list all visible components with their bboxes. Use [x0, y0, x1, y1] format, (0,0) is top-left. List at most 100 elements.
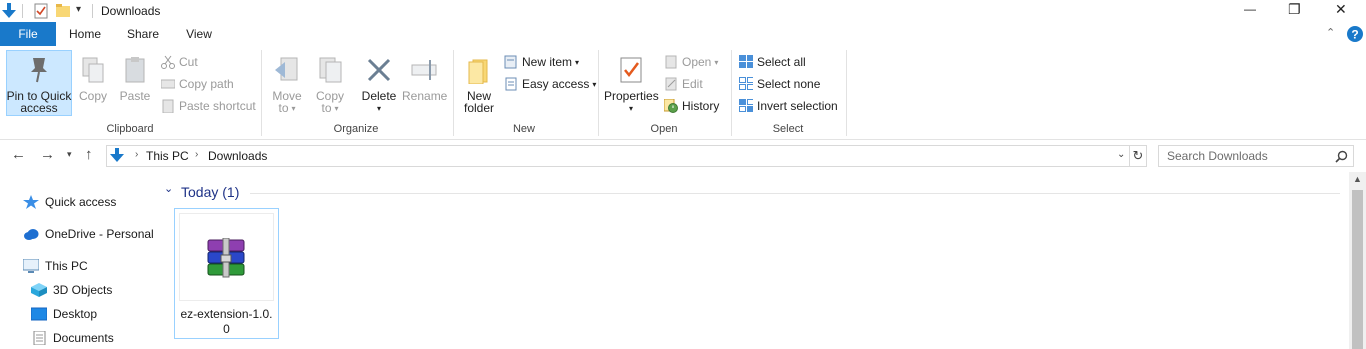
new-item-label: New item [522, 55, 573, 69]
cut-button[interactable]: Cut [161, 52, 198, 72]
recent-locations-chevron-icon[interactable]: ▾ [67, 149, 72, 160]
group-divider [453, 50, 454, 136]
new-folder-button[interactable]: New folder [460, 56, 498, 114]
properties-quick-icon[interactable] [34, 3, 48, 19]
winrar-archive-icon [207, 238, 245, 278]
copy-to-label-line2: to [321, 101, 332, 115]
copy-to-icon [319, 57, 342, 83]
organize-group-label: Organize [333, 123, 379, 135]
breadcrumb-this-pc[interactable]: This PC [146, 149, 189, 163]
select-none-button[interactable]: Select none [739, 74, 820, 94]
sidebar-item-label: OneDrive - Personal [45, 227, 154, 241]
delete-button[interactable]: Delete ▾ [358, 56, 400, 115]
address-bar[interactable]: › This PC › Downloads ⌄ [106, 145, 1130, 167]
copy-path-button[interactable]: Copy path [161, 74, 234, 94]
help-icon[interactable]: ? [1347, 26, 1363, 42]
open-group-label: Open [650, 123, 678, 135]
pin-to-quick-access-button[interactable]: Pin to Quick access [6, 56, 72, 114]
copy-button[interactable]: Copy [76, 56, 110, 102]
forward-arrow-icon[interactable]: → [40, 146, 55, 163]
window-title: Downloads [101, 4, 161, 18]
breadcrumb-downloads[interactable]: Downloads [208, 149, 267, 163]
paste-button[interactable]: Paste [116, 56, 154, 102]
new-item-dropdown-icon: ▾ [575, 58, 580, 67]
search-icon[interactable] [1335, 150, 1348, 163]
sidebar-item-label: Documents [53, 331, 114, 345]
easy-access-button[interactable]: Easy access ▾ [504, 74, 596, 94]
sidebar-item-this-pc[interactable]: This PC [23, 256, 88, 276]
history-label: History [682, 99, 720, 113]
sidebar-item-onedrive[interactable]: OneDrive - Personal [24, 224, 154, 244]
restore-button[interactable]: ❐ [1288, 1, 1301, 18]
rename-button[interactable]: Rename [402, 56, 447, 102]
customize-toolbar-chevron-icon[interactable]: ▾ [76, 4, 81, 15]
easy-access-label: Easy access [522, 77, 590, 91]
tab-home[interactable]: Home [62, 22, 108, 46]
ribbon-tab-bar: File Home Share View ⌃ ? [0, 22, 1366, 46]
sidebar-item-label: Desktop [53, 307, 98, 321]
file-tile[interactable]: ez-extension-1.0. 0 [174, 208, 279, 339]
group-collapse-chevron-icon[interactable]: ⌄ [164, 182, 173, 195]
properties-button[interactable]: Properties ▾ [604, 56, 659, 115]
address-history-chevron-icon[interactable]: ⌄ [1117, 149, 1125, 160]
search-input[interactable]: Search Downloads [1167, 149, 1268, 163]
tab-file[interactable]: File [0, 22, 56, 46]
select-none-label: Select none [757, 77, 821, 91]
desktop-icon [31, 307, 47, 321]
open-icon [665, 55, 677, 69]
sidebar-item-desktop[interactable]: Desktop [31, 304, 98, 324]
search-box[interactable]: Search Downloads [1158, 145, 1354, 167]
copy-to-button[interactable]: Copy to ▾ [311, 56, 349, 115]
copy-label: Copy [78, 89, 107, 103]
paste-icon [125, 57, 145, 83]
vertical-scrollbar[interactable]: ▲ [1349, 172, 1366, 349]
collapse-ribbon-chevron-icon[interactable]: ⌃ [1326, 26, 1335, 39]
title-separator [92, 4, 93, 18]
new-item-button[interactable]: New item ▾ [504, 52, 579, 72]
minimize-button[interactable]: — [1244, 2, 1256, 16]
sidebar-item-label: Quick access [45, 195, 117, 209]
file-list-pane: ⌄ Today (1) ez-extension-1.0. 0 [158, 172, 1350, 349]
close-button[interactable]: ✕ [1335, 1, 1347, 18]
back-arrow-icon[interactable]: ← [11, 146, 26, 163]
edit-button[interactable]: Edit [664, 74, 703, 94]
group-divider [261, 50, 262, 136]
paste-shortcut-button[interactable]: Paste shortcut [161, 96, 256, 116]
title-bar: ▾ Downloads — ❐ ✕ [0, 0, 1366, 22]
delete-label: Delete [361, 89, 397, 103]
select-none-icon [739, 77, 753, 90]
3d-objects-cube-icon [31, 283, 47, 297]
select-all-label: Select all [757, 55, 806, 69]
open-button[interactable]: Open ▾ [664, 52, 718, 72]
clipboard-group-label: Clipboard [106, 123, 154, 135]
tab-view[interactable]: View [176, 22, 222, 46]
history-button[interactable]: History [664, 96, 719, 116]
invert-selection-button[interactable]: Invert selection [739, 96, 838, 116]
breadcrumb-separator-icon: › [135, 149, 139, 160]
select-all-button[interactable]: Select all [739, 52, 806, 72]
scrollbar-thumb[interactable] [1352, 190, 1363, 349]
refresh-icon[interactable]: ↻ [1129, 145, 1147, 167]
sidebar-item-quick-access[interactable]: Quick access [23, 192, 117, 212]
rename-icon [411, 60, 437, 80]
properties-label: Properties [604, 89, 659, 103]
move-to-button[interactable]: Move to ▾ [268, 56, 306, 115]
copy-to-dropdown-icon: ▾ [334, 104, 339, 113]
sidebar-item-label: This PC [45, 259, 88, 273]
sidebar-item-3d-objects[interactable]: 3D Objects [31, 280, 112, 300]
open-dropdown-icon: ▾ [714, 58, 719, 67]
edit-label: Edit [682, 77, 703, 91]
tab-share[interactable]: Share [120, 22, 166, 46]
folder-icon [468, 59, 488, 85]
onedrive-cloud-icon [24, 229, 39, 240]
group-header-today[interactable]: Today (1) [181, 184, 239, 200]
easy-access-dropdown-icon: ▾ [592, 80, 597, 89]
sidebar-item-documents[interactable]: Documents [33, 328, 114, 348]
new-group-label: New [512, 123, 535, 135]
up-arrow-icon[interactable]: ↑ [85, 146, 93, 163]
breadcrumb-separator-icon: › [195, 149, 199, 160]
paste-label: Paste [119, 89, 151, 103]
scroll-up-arrow-icon[interactable]: ▲ [1353, 174, 1362, 184]
new-folder-quick-icon[interactable] [56, 4, 70, 18]
move-to-icon [275, 57, 298, 81]
